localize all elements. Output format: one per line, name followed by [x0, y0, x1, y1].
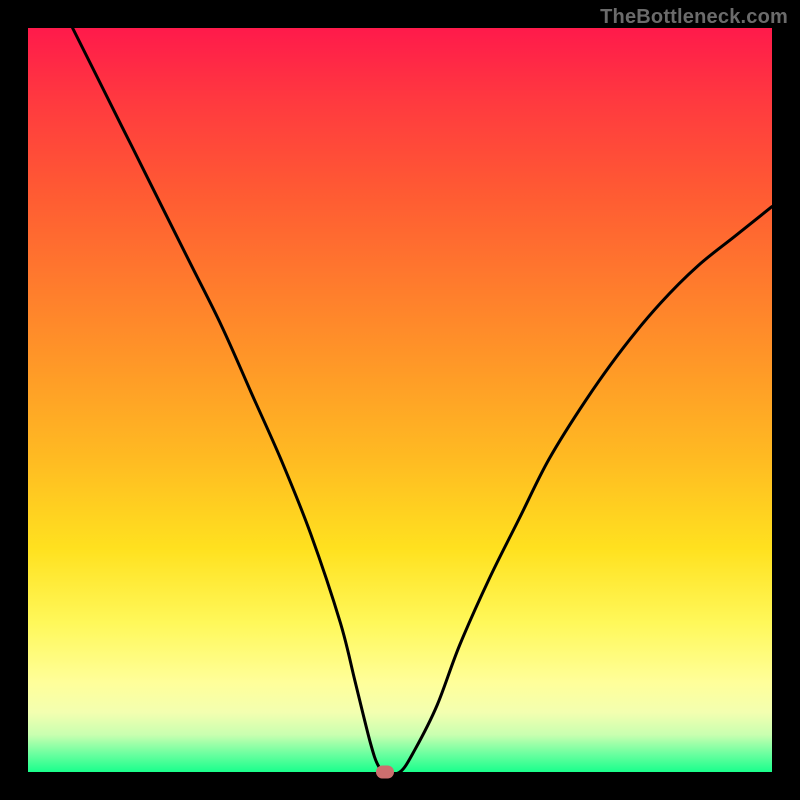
optimal-point-marker: [376, 766, 394, 779]
chart-frame: TheBottleneck.com: [0, 0, 800, 800]
plot-area: [28, 28, 772, 772]
watermark-text: TheBottleneck.com: [600, 6, 788, 29]
bottleneck-curve: [28, 28, 772, 772]
curve-path: [73, 28, 772, 774]
